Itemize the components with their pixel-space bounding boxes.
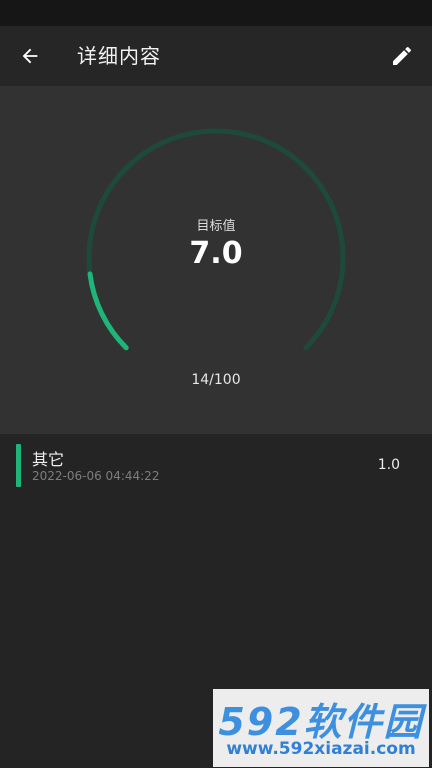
arrow-left-icon — [22, 48, 38, 64]
pencil-icon — [393, 46, 412, 65]
gauge-progress-text: 14/100 — [191, 372, 241, 388]
watermark-url: www.592xiazai.com — [226, 739, 416, 759]
app-bar: 详细内容 — [0, 26, 432, 86]
gauge-fill — [87, 271, 129, 351]
watermark-logo: 592软件园 www.592xiazai.com — [213, 689, 429, 767]
edit-button[interactable] — [384, 38, 420, 74]
record-value: 1.0 — [377, 457, 400, 473]
goal-gauge-card: 目标值 7.0 14/100 — [0, 86, 432, 434]
record-category: 其它 — [32, 450, 65, 469]
back-button[interactable] — [12, 38, 48, 74]
record-item[interactable]: 其它 2022-06-06 04:44:22 1.0 — [0, 438, 432, 494]
gauge-label: 目标值 — [196, 219, 236, 234]
record-accent-bar — [16, 444, 21, 487]
screen: 详细内容 目标值 7.0 14/100 其它 2022-06-06 04:44:… — [0, 0, 432, 768]
status-bar — [0, 0, 432, 26]
page-title: 详细内容 — [77, 44, 161, 68]
watermark-logo-text: 592软件园 — [218, 700, 424, 744]
gauge-value: 7.0 — [189, 236, 243, 271]
record-timestamp: 2022-06-06 04:44:22 — [32, 469, 160, 483]
